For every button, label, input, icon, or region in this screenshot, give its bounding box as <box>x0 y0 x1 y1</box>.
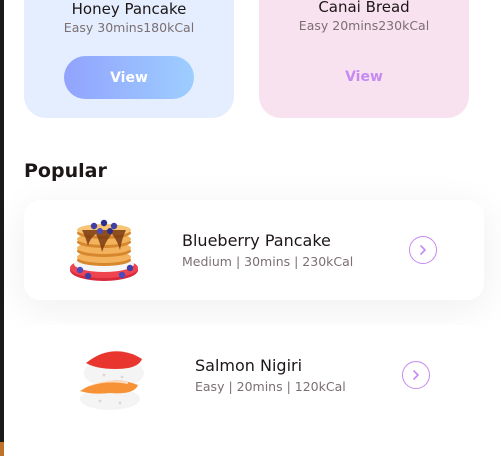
chevron-right-icon <box>413 370 419 380</box>
popular-item-meta: Easy | 20mins | 120kCal <box>195 379 346 394</box>
popular-item-name: Salmon Nigiri <box>195 356 303 375</box>
salmon-nigiri-image <box>80 349 144 410</box>
popular-item-meta: Medium | 30mins | 230kCal <box>182 254 354 269</box>
recommend-card-title: Canai Bread <box>318 0 410 16</box>
open-item-button[interactable] <box>409 236 437 264</box>
window-edge-accent <box>0 442 4 456</box>
popular-item-blueberry-pancake[interactable]: Blueberry Pancake Medium | 30mins | 230k… <box>24 200 484 300</box>
recommend-card-honey-pancake[interactable]: Honey Pancake Easy 30mins180kCal View <box>24 0 234 118</box>
open-item-button[interactable] <box>402 361 430 389</box>
window-edge <box>0 0 4 456</box>
recommend-card-meta: Easy 30mins180kCal <box>63 20 195 35</box>
view-button[interactable]: View <box>64 56 194 99</box>
recommend-card-canai-bread[interactable]: Canai Bread Easy 20mins230kCal View <box>259 0 469 118</box>
popular-item-name: Blueberry Pancake <box>182 231 331 250</box>
section-title-popular: Popular <box>24 160 107 182</box>
view-button[interactable]: View <box>299 55 429 98</box>
popular-item-salmon-nigiri[interactable]: Salmon Nigiri Easy | 20mins | 120kCal <box>24 325 484 425</box>
recommend-card-meta: Easy 20mins230kCal <box>298 18 430 33</box>
recommend-card-title: Honey Pancake <box>71 0 187 18</box>
pancake-image <box>70 219 138 281</box>
chevron-right-icon <box>420 245 426 255</box>
